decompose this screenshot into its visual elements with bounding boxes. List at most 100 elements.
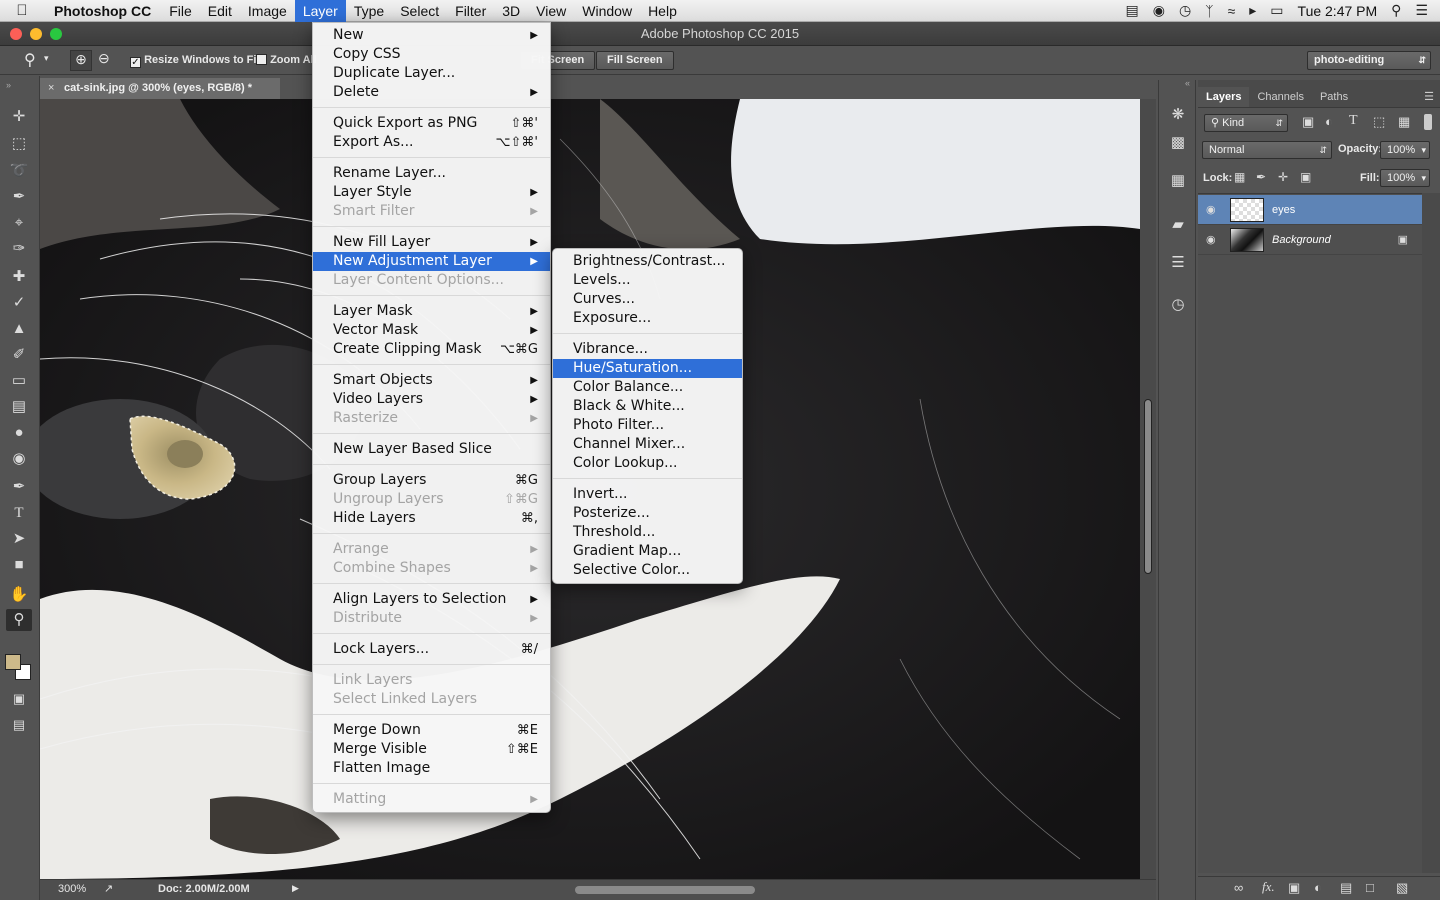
minimize-window-button[interactable] [30,28,42,40]
tab-channels[interactable]: Channels [1249,87,1311,107]
marquee-tool-icon[interactable]: ⬚ [6,133,32,155]
zoom-window-button[interactable] [50,28,62,40]
zoom-level[interactable]: 300% [58,883,86,895]
adjustments-panel-icon[interactable]: ❋ [1167,104,1189,126]
type-filter-icon[interactable]: T [1349,113,1358,129]
horizontal-scroll-thumb[interactable] [575,886,755,894]
submenu-item-levels[interactable]: Levels... [553,271,742,290]
menu-window[interactable]: Window [574,0,640,22]
close-document-icon[interactable]: × [48,78,54,99]
vertical-scrollbar[interactable] [1140,99,1156,879]
clone-stamp-tool-icon[interactable]: ▲ [6,318,32,340]
submenu-item-color-balance[interactable]: Color Balance... [553,378,742,397]
menu-image[interactable]: Image [240,0,295,22]
screen-mode-icon[interactable]: ▤ [6,714,32,736]
submenu-item-curves[interactable]: Curves... [553,290,742,309]
workspace-select[interactable]: photo-editing ⇵ [1307,51,1431,70]
crop-tool-icon[interactable]: ⌖ [6,212,32,234]
menu-item-merge-visible[interactable]: Merge Visible ⇧⌘E [313,740,550,759]
quick-selection-tool-icon[interactable]: ✒ [6,186,32,208]
shape-filter-icon[interactable]: ⬚ [1373,114,1385,130]
submenu-item-black-white[interactable]: Black & White... [553,397,742,416]
visibility-eye-icon[interactable]: ◉ [1206,233,1216,246]
layer-row-background[interactable]: ◉ Background ▣ [1198,225,1422,255]
history-brush-tool-icon[interactable]: ✐ [6,344,32,366]
rectangle-tool-icon[interactable]: ■ [6,554,32,576]
tab-layers[interactable]: Layers [1198,87,1250,107]
time-machine-icon[interactable]: ◷ [1179,2,1191,19]
vertical-scroll-thumb[interactable] [1144,399,1152,574]
visibility-eye-icon[interactable]: ◉ [1206,203,1216,216]
menu-filter[interactable]: Filter [447,0,494,22]
status-menu-arrow-icon[interactable]: ▶ [292,883,299,894]
spotlight-search-icon[interactable]: ⚲ [1391,2,1401,19]
bluetooth-icon[interactable]: ᛉ [1205,3,1213,19]
document-tab[interactable]: × cat-sink.jpg @ 300% (eyes, RGB/8) * [40,78,280,99]
gradient-tool-icon[interactable]: ▤ [6,396,32,418]
menu-layer[interactable]: Layer [294,0,346,22]
apple-icon[interactable]:  [0,2,44,19]
layer-name[interactable]: Background [1272,234,1331,246]
quick-mask-icon[interactable]: ▣ [6,688,32,710]
menu-item-align-layers-to-selection[interactable]: Align Layers to Selection ▶ [313,590,550,609]
tab-paths[interactable]: Paths [1312,87,1356,107]
menu-select[interactable]: Select [392,0,447,22]
history-panel-icon[interactable]: ◷ [1167,294,1189,316]
menu-item-lock-layers[interactable]: Lock Layers... ⌘/ [313,640,550,659]
tool-preset-dropdown-icon[interactable]: ▾ [44,53,49,64]
filter-kind-select[interactable]: ⚲ Kind ⇵ [1204,114,1288,132]
lock-position-icon[interactable]: ✛ [1278,170,1288,184]
lock-image-icon[interactable]: ✒ [1256,170,1266,184]
battery-icon[interactable]: ▭ [1270,2,1283,19]
menu-type[interactable]: Type [346,0,392,22]
hand-tool-icon[interactable]: ✋ [6,584,32,606]
menu-item-hide-layers[interactable]: Hide Layers ⌘, [313,509,550,528]
blur-tool-icon[interactable]: ● [6,422,32,444]
eyedropper-tool-icon[interactable]: ✑ [6,238,32,260]
menu-item-duplicate-layer[interactable]: Duplicate Layer... [313,64,550,83]
volume-icon[interactable]: ▸ [1249,2,1256,19]
collapse-panel-icon[interactable]: » [6,80,11,90]
app-menu[interactable]: Photoshop CC [44,3,161,19]
dodge-tool-icon[interactable]: ◉ [6,448,32,470]
menu-item-video-layers[interactable]: Video Layers ▶ [313,390,550,409]
notes-icon[interactable]: ▤ [1126,2,1139,19]
foreground-color-swatch[interactable] [5,654,21,670]
submenu-item-invert[interactable]: Invert... [553,485,742,504]
menu-item-create-clipping-mask[interactable]: Create Clipping Mask ⌥⌘G [313,340,550,359]
submenu-item-hue-saturation[interactable]: Hue/Saturation... [553,359,742,378]
healing-brush-tool-icon[interactable]: ✚ [6,266,32,288]
zoom-all-checkbox[interactable]: Zoom All [256,54,317,66]
zoom-tool-icon[interactable]: ⚲ [6,609,32,631]
submenu-item-threshold[interactable]: Threshold... [553,523,742,542]
submenu-item-vibrance[interactable]: Vibrance... [553,340,742,359]
menu-item-delete[interactable]: Delete ▶ [313,83,550,102]
menu-item-new-adjustment-layer[interactable]: New Adjustment Layer ▶ [313,252,550,271]
trash-icon[interactable]: ▧ [1396,880,1408,896]
add-mask-icon[interactable]: ▣ [1288,880,1300,896]
menu-item-export-as[interactable]: Export As... ⌥⇧⌘' [313,133,550,152]
new-layer-icon[interactable]: □ [1366,880,1374,895]
menu-file[interactable]: File [161,0,200,22]
path-selection-tool-icon[interactable]: ➤ [6,528,32,550]
lock-all-icon[interactable]: ▣ [1300,170,1311,184]
menu-item-copy-css[interactable]: Copy CSS [313,45,550,64]
panel-menu-icon[interactable]: ☰ [1424,87,1440,107]
submenu-item-channel-mixer[interactable]: Channel Mixer... [553,435,742,454]
layer-name[interactable]: eyes [1272,204,1295,216]
menu-item-vector-mask[interactable]: Vector Mask ▶ [313,321,550,340]
smart-object-filter-icon[interactable]: ▦ [1398,114,1410,130]
submenu-item-selective-color[interactable]: Selective Color... [553,561,742,580]
clock[interactable]: Tue 2:47 PM [1298,3,1378,19]
menu-item-layer-style[interactable]: Layer Style ▶ [313,183,550,202]
menu-item-group-layers[interactable]: Group Layers ⌘G [313,471,550,490]
properties-panel-icon[interactable]: ▦ [1167,170,1189,192]
zoom-out-icon[interactable]: ⊖ [98,50,110,67]
brush-tool-icon[interactable]: ✓ [6,292,32,314]
close-window-button[interactable] [10,28,22,40]
zoom-tool-icon[interactable]: ⚲ [24,50,36,70]
pixel-filter-icon[interactable]: ▣ [1302,114,1314,130]
libraries-panel-icon[interactable]: ☰ [1167,252,1189,274]
menu-item-flatten-image[interactable]: Flatten Image [313,759,550,778]
submenu-item-photo-filter[interactable]: Photo Filter... [553,416,742,435]
